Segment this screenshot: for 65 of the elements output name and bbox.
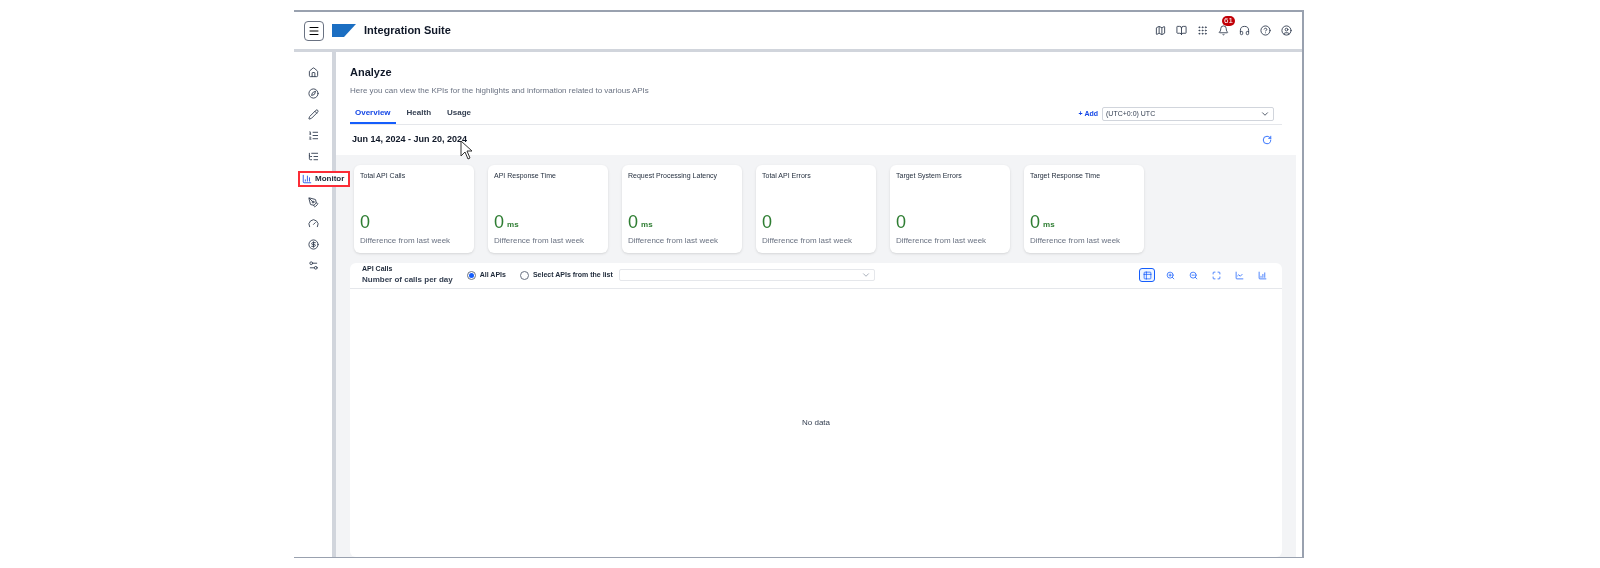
kpi-value: 0 [896, 212, 906, 231]
table-button[interactable] [1139, 268, 1155, 282]
chevron-down-icon [860, 270, 871, 280]
pencil-icon [307, 108, 319, 120]
grid-icon[interactable] [1197, 25, 1208, 36]
settings-nav-button[interactable] [306, 259, 320, 271]
numbered-list-nav-button[interactable] [306, 129, 320, 141]
gauge-nav-button[interactable] [306, 217, 320, 229]
bar-chart-icon [302, 174, 312, 184]
empty-message: No data [802, 416, 830, 429]
sidebar-item[interactable]: Monitor [298, 171, 350, 187]
menu-button[interactable] [304, 20, 324, 41]
kpi-value: 0 [1030, 212, 1040, 231]
headset-icon[interactable] [1239, 25, 1250, 36]
kpi-caption: Difference from last week [762, 234, 854, 247]
home-nav-button[interactable] [306, 66, 320, 78]
kpi-value: 0 [360, 212, 370, 231]
notification-badge: 61 [1222, 16, 1235, 26]
list-icon [307, 150, 319, 162]
kpi-value: 0 [494, 212, 504, 231]
pen-nav-button[interactable] [306, 196, 320, 208]
refresh-icon[interactable] [1262, 134, 1272, 145]
kpi-caption: Difference from last week [1030, 234, 1122, 247]
page-title: Analyze [350, 65, 393, 80]
coin-icon [307, 238, 319, 250]
kpi-unit: ms [641, 218, 653, 231]
gauge-icon [307, 217, 319, 229]
date-range: Jun 14, 2024 - Jun 20, 2024 [352, 132, 468, 146]
kpi-unit: ms [507, 218, 519, 231]
fullscreen-icon [1211, 270, 1221, 280]
pencil-nav-button[interactable] [306, 108, 320, 120]
chevron-down-icon [1260, 109, 1270, 119]
menu-icon [308, 24, 320, 37]
map-icon[interactable] [1155, 25, 1166, 36]
bar-chart-icon [1257, 270, 1267, 280]
kpi-value: 0 [628, 212, 638, 231]
user-icon[interactable] [1281, 25, 1292, 36]
home-icon [307, 66, 319, 78]
line-chart-icon [1234, 270, 1244, 280]
help-icon[interactable] [1260, 25, 1271, 36]
kpi-caption: Difference from last week [896, 234, 988, 247]
tab[interactable]: Health [401, 104, 437, 124]
zoom-out-icon [1188, 270, 1198, 280]
zoom-in-icon [1165, 270, 1175, 280]
bell-icon[interactable] [1218, 25, 1229, 36]
list-nav-button[interactable] [306, 150, 320, 162]
tab[interactable]: Overview [350, 104, 396, 124]
compass-icon [307, 87, 319, 99]
page-subtitle: Here you can view the KPIs for the highlights and information related to various APIs [350, 84, 650, 97]
kpi-value: 0 [762, 212, 772, 231]
tab[interactable]: Usage [442, 104, 477, 124]
pen-icon [307, 196, 319, 208]
kpi-caption: Difference from last week [628, 234, 720, 247]
table-icon [1142, 270, 1152, 280]
numbered-list-icon [307, 129, 319, 141]
book-icon[interactable] [1176, 25, 1187, 36]
kpi-caption: Difference from last week [494, 234, 586, 247]
kpi-unit: ms [1043, 218, 1055, 231]
chart-subtitle: Number of calls per day [362, 274, 453, 287]
kpi-caption: Difference from last week [360, 234, 452, 247]
compass-nav-button[interactable] [306, 87, 320, 99]
coin-nav-button[interactable] [306, 238, 320, 250]
logo-icon [332, 24, 356, 37]
app-title: Integration Suite [364, 23, 451, 39]
settings-icon [307, 259, 319, 271]
